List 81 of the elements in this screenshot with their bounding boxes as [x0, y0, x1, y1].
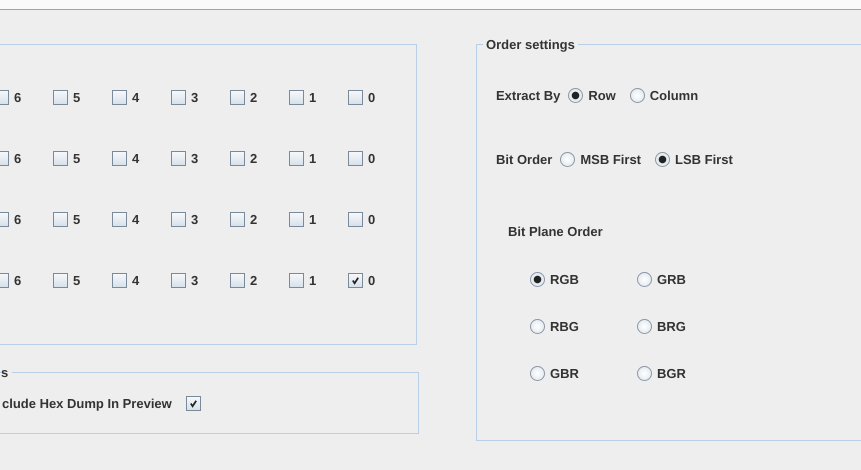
checkbox[interactable]: [53, 151, 68, 166]
panel-title: Order settings: [485, 37, 576, 52]
radio-button[interactable]: [630, 88, 645, 103]
bit-label: 3: [191, 273, 198, 288]
radio-button[interactable]: [560, 152, 576, 167]
bit-label: 1: [309, 90, 316, 105]
radio-button[interactable]: [637, 272, 652, 287]
bit-label: 6: [14, 151, 22, 166]
bit-label: 2: [250, 90, 258, 105]
bit-label: 4: [132, 90, 140, 105]
radio-button[interactable]: [530, 319, 545, 334]
option-label: clude Hex Dump In Preview: [2, 396, 172, 411]
bit-label: 6: [14, 90, 22, 105]
radio-button[interactable]: [568, 88, 584, 103]
bit-label: 4: [132, 212, 140, 227]
bit-label: 6: [14, 273, 22, 288]
radio-label: RGB: [550, 272, 579, 287]
bit-label: 1: [309, 212, 316, 227]
checkbox[interactable]: [171, 212, 186, 227]
checkbox[interactable]: [348, 151, 363, 166]
checkbox[interactable]: [230, 212, 245, 227]
bit-label: 2: [250, 212, 258, 227]
radio-label: MSB First: [580, 152, 642, 167]
bit-label: 2: [250, 273, 258, 288]
bit-label: 5: [73, 151, 80, 166]
bit-label: 5: [73, 212, 80, 227]
section-label: Bit Plane Order: [508, 224, 603, 239]
radio-button[interactable]: [637, 319, 652, 334]
checkbox[interactable]: [112, 151, 127, 166]
panel-title: s: [1, 365, 10, 380]
bit-label: 1: [309, 273, 316, 288]
bit-label: 3: [191, 212, 198, 227]
checkbox[interactable]: [289, 151, 304, 166]
checkbox[interactable]: [186, 396, 201, 411]
bit-label: 5: [73, 273, 80, 288]
bit-label: 4: [132, 273, 140, 288]
radio-button[interactable]: [530, 366, 545, 381]
checkbox[interactable]: [53, 90, 68, 105]
field-label: Bit Order: [496, 152, 552, 167]
radio-label: RBG: [550, 319, 579, 334]
bit-label: 0: [368, 151, 376, 166]
checkbox[interactable]: [171, 273, 186, 288]
radio-label: GRB: [657, 272, 686, 287]
radio-button[interactable]: [655, 152, 670, 167]
bit-label: 6: [14, 212, 22, 227]
checkbox[interactable]: [230, 151, 245, 166]
radio-label: Column: [650, 88, 698, 103]
checkbox[interactable]: [53, 273, 68, 288]
radio-label: GBR: [550, 366, 579, 381]
bit-label: 0: [368, 273, 376, 288]
checkbox[interactable]: [53, 212, 68, 227]
checkbox[interactable]: [171, 151, 186, 166]
checkbox[interactable]: [348, 273, 363, 288]
bit-label: 3: [191, 90, 198, 105]
checkbox[interactable]: [230, 90, 245, 105]
checkbox[interactable]: [112, 273, 127, 288]
bit-label: 0: [368, 90, 376, 105]
checkbox[interactable]: [289, 212, 304, 227]
radio-label: BRG: [657, 319, 686, 334]
checkbox[interactable]: [230, 273, 245, 288]
bit-label: 0: [368, 212, 376, 227]
radio-button[interactable]: [637, 366, 652, 381]
checkbox[interactable]: [112, 212, 127, 227]
checkbox[interactable]: [348, 90, 363, 105]
checkbox[interactable]: [348, 212, 363, 227]
bit-label: 4: [132, 151, 140, 166]
bit-label: 5: [73, 90, 80, 105]
check-icon: [351, 276, 360, 285]
radio-label: Row: [588, 88, 616, 103]
field-label: Extract By: [496, 88, 560, 103]
bit-label: 2: [250, 151, 258, 166]
checkbox[interactable]: [289, 273, 304, 288]
radio-label: LSB First: [675, 152, 733, 167]
bit-label: 1: [309, 151, 316, 166]
radio-button[interactable]: [530, 272, 545, 287]
radio-label: BGR: [657, 366, 686, 381]
bit-label: 3: [191, 151, 198, 166]
checkbox[interactable]: [171, 90, 186, 105]
checkbox[interactable]: [112, 90, 127, 105]
checkbox[interactable]: [289, 90, 304, 105]
check-icon: [188, 399, 198, 408]
